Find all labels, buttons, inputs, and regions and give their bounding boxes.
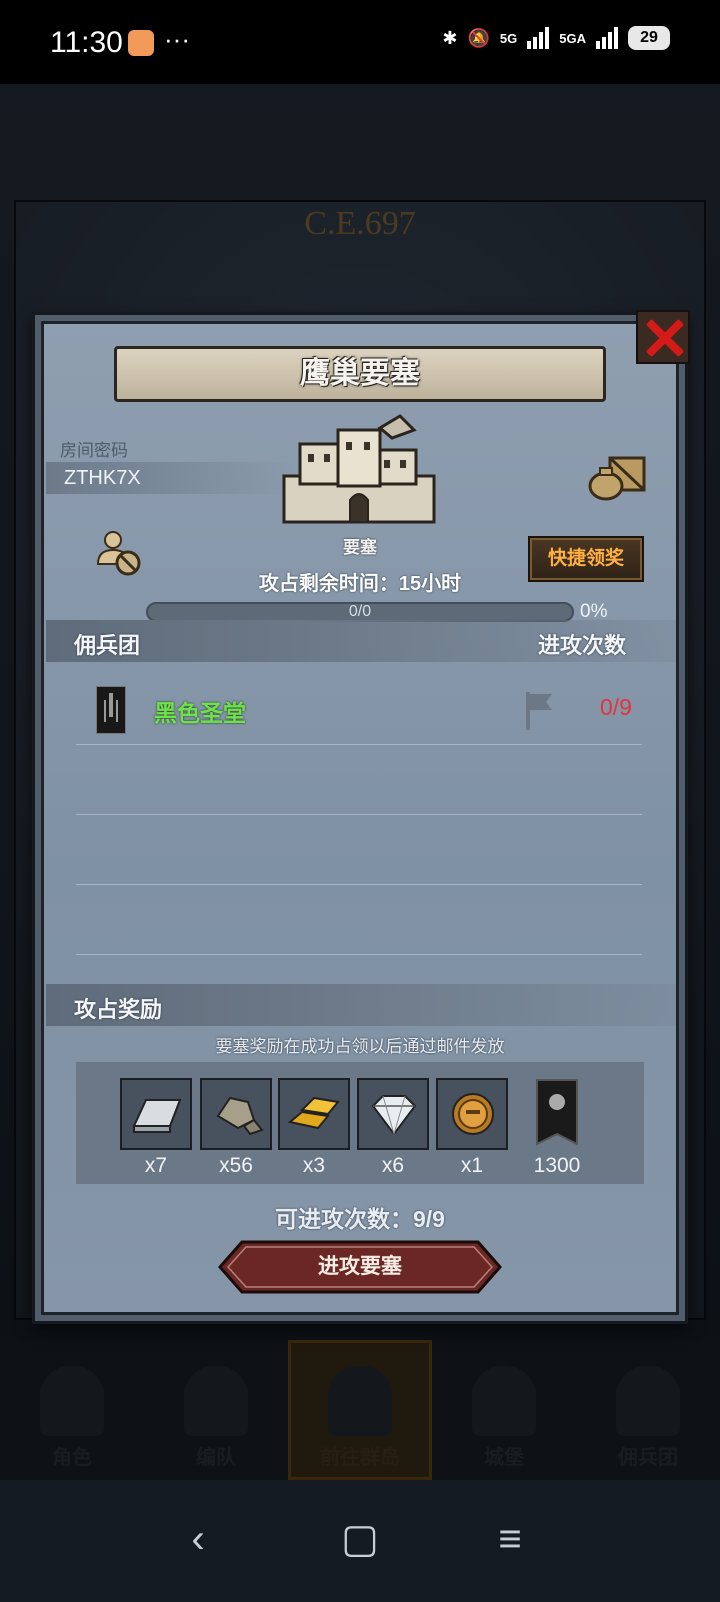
- reward-qty: x56: [219, 1154, 253, 1177]
- room-code-value: ZTHK7X: [64, 467, 141, 489]
- reward-slot: [521, 1078, 593, 1150]
- network-5ga-label: 5GA: [559, 30, 586, 46]
- gold-bars-icon: [288, 1096, 340, 1130]
- room-code-label: 房间密码: [60, 441, 128, 460]
- guild-banner-reward-icon: [536, 1079, 578, 1146]
- reward-item[interactable]: x1: [436, 1078, 508, 1178]
- system-navigation-bar: ‹ ▢ ≡: [0, 1480, 720, 1602]
- guild-attack-count: 0/9: [600, 694, 632, 720]
- reward-item[interactable]: x7: [120, 1078, 192, 1178]
- list-divider: [76, 954, 642, 955]
- diamond-icon: [371, 1095, 417, 1136]
- reward-qty: x1: [460, 1154, 484, 1177]
- available-attacks-label: 可进攻次数：: [275, 1206, 413, 1232]
- back-icon[interactable]: ‹: [168, 1514, 228, 1564]
- menu-icon[interactable]: ≡: [480, 1514, 540, 1564]
- guild-name[interactable]: 黑色圣堂: [154, 694, 246, 728]
- rewards-hint: 要塞奖励在成功占领以后通过邮件发放: [215, 1037, 505, 1056]
- reward-qty: x3: [302, 1154, 326, 1177]
- network-5g-label: 5G: [499, 30, 518, 46]
- fortress-icon: [282, 414, 436, 524]
- reward-item[interactable]: x3: [278, 1078, 350, 1178]
- app-notification-icon: [128, 30, 154, 56]
- reward-qty: 1300: [533, 1154, 581, 1177]
- mute-bell-icon: 🔕: [467, 27, 490, 48]
- capture-progress-text: 0/0: [348, 603, 372, 620]
- available-attacks: 可进攻次数：9/9: [0, 1200, 720, 1234]
- signal-icon: [527, 27, 550, 49]
- stone-ore-icon: [216, 1096, 264, 1136]
- bluetooth-icon: ✱: [442, 27, 458, 48]
- reward-item[interactable]: x6: [357, 1078, 429, 1178]
- close-icon[interactable]: [636, 310, 690, 364]
- reward-item[interactable]: x56: [200, 1078, 272, 1178]
- reward-qty: x7: [144, 1154, 168, 1177]
- available-attacks-value: 9/9: [413, 1206, 445, 1232]
- loot-bag-crate-icon[interactable]: [586, 452, 648, 502]
- knight-medal-icon: [452, 1093, 494, 1135]
- modal-title: 鹰巢要塞: [114, 346, 606, 402]
- silver-ingot-icon: [132, 1099, 182, 1133]
- list-divider: [76, 744, 642, 745]
- reward-slot: [120, 1078, 192, 1150]
- flag-icon: [526, 692, 552, 730]
- list-divider: [76, 814, 642, 815]
- attack-count-header: 进攻次数: [538, 633, 627, 658]
- attack-fortress-label: 进攻要塞: [318, 1255, 402, 1278]
- rewards-header: 攻占奖励: [74, 997, 163, 1022]
- mercenary-header: 佣兵团: [74, 633, 141, 658]
- reward-slot: [436, 1078, 508, 1150]
- remaining-time-label: 攻占剩余时间：: [258, 573, 399, 595]
- status-time: 11:30: [50, 26, 123, 59]
- reward-slot: [200, 1078, 272, 1150]
- capture-progress-bar: 0/0: [146, 602, 574, 622]
- guild-banner-icon: [96, 686, 126, 734]
- more-notifications-indicator: ···: [164, 24, 190, 54]
- attack-fortress-button[interactable]: 进攻要塞: [218, 1240, 502, 1294]
- fortress-label: 要塞: [343, 538, 377, 557]
- reward-slot: [357, 1078, 429, 1150]
- reward-qty: x6: [381, 1154, 405, 1177]
- home-icon[interactable]: ▢: [330, 1514, 390, 1564]
- remaining-time-value: 15小时: [398, 573, 462, 595]
- signal-icon-2: [596, 27, 618, 49]
- battery-icon: 29: [628, 26, 670, 50]
- list-divider: [76, 884, 642, 885]
- status-bar: 11:30 ··· ✱ 🔕 5G 5GA 29: [0, 0, 720, 84]
- reward-slot: [278, 1078, 350, 1150]
- reward-item[interactable]: 1300: [521, 1078, 593, 1178]
- status-icons: ✱ 🔕 5G 5GA 29: [442, 26, 670, 50]
- remaining-time: 攻占剩余时间：15小时: [0, 567, 720, 596]
